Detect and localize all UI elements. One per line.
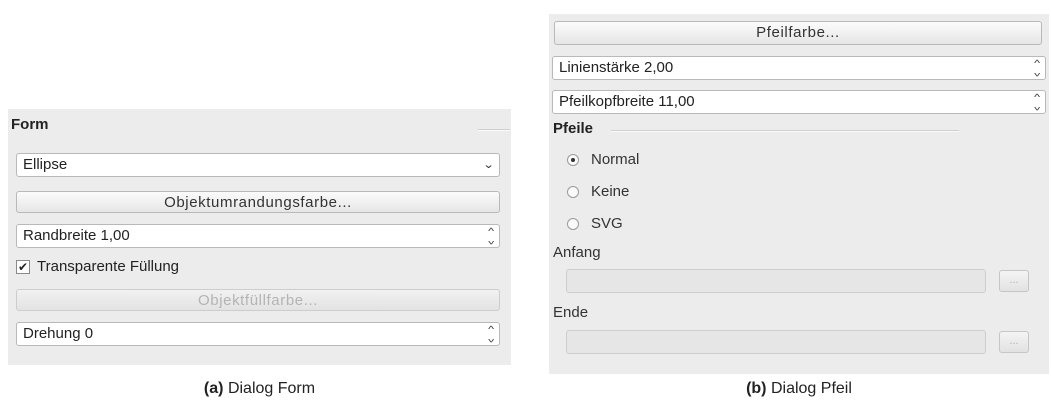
arrows-section-title: Pfeile <box>553 120 594 137</box>
arrow-color-button[interactable]: Pfeilfarbe... <box>554 21 1042 45</box>
shape-select-value: Ellipse <box>23 156 68 173</box>
shape-select[interactable]: Ellipse ⌄ <box>16 153 500 177</box>
arrowhead-width-value: Pfeilkopfbreite 11,00 <box>559 93 695 110</box>
start-browse-button: ... <box>999 270 1029 292</box>
radio-keine[interactable]: Keine <box>567 183 629 200</box>
radio-normal-label: Normal <box>591 151 640 168</box>
dialog-form-panel: Form Ellipse ⌄ Objektumrandungsfarbe... … <box>8 109 511 365</box>
caption-a-tag: (a) <box>203 380 224 397</box>
up-down-chevrons-icon[interactable]: ^ ^ <box>1034 57 1040 79</box>
caption-a: (a) Dialog Form <box>8 380 511 398</box>
rotation-spinbox[interactable]: Drehung 0 ^ ^ <box>16 322 500 346</box>
border-width-spinbox[interactable]: Randbreite 1,00 ^ ^ <box>16 224 500 248</box>
dialog-pfeil-panel: Pfeilfarbe... Linienstärke 2,00 ^ ^ Pfeil… <box>549 14 1049 374</box>
caption-b-tag: (b) <box>746 380 767 397</box>
chevron-down-icon: ⌄ <box>482 159 495 171</box>
outline-color-button[interactable]: Objektumrandungsfarbe... <box>16 191 500 213</box>
transparent-fill-checkbox[interactable]: ✔ Transparente Füllung <box>16 258 179 275</box>
fill-color-button: Objektfüllfarbe... <box>16 289 500 311</box>
form-section-title: Form <box>11 116 49 133</box>
caption-b: (b) Dialog Pfeil <box>549 380 1049 398</box>
line-width-spinbox[interactable]: Linienstärke 2,00 ^ ^ <box>552 56 1046 80</box>
line-width-value: Linienstärke 2,00 <box>559 59 674 76</box>
caption-b-text: Dialog Pfeil <box>770 380 852 397</box>
radio-svg[interactable]: SVG <box>567 215 623 232</box>
up-down-chevrons-icon[interactable]: ^ ^ <box>488 225 494 247</box>
border-width-value: Randbreite 1,00 <box>23 227 130 244</box>
form-section-divider <box>478 129 510 131</box>
start-label: Anfang <box>553 244 601 261</box>
radio-svg-label: SVG <box>591 215 623 232</box>
up-down-chevrons-icon[interactable]: ^ ^ <box>1034 91 1040 113</box>
up-down-chevrons-icon[interactable]: ^ ^ <box>488 323 494 345</box>
radio-button-icon[interactable] <box>567 153 579 166</box>
end-label: Ende <box>553 304 589 321</box>
arrows-section-divider <box>611 130 959 132</box>
start-path-field <box>566 269 986 293</box>
checkbox-icon[interactable]: ✔ <box>16 259 30 274</box>
end-path-field <box>566 330 986 354</box>
radio-keine-label: Keine <box>591 183 630 200</box>
radio-button-icon[interactable] <box>567 185 579 198</box>
rotation-value: Drehung 0 <box>23 325 94 342</box>
arrowhead-width-spinbox[interactable]: Pfeilkopfbreite 11,00 ^ ^ <box>552 90 1046 114</box>
radio-normal[interactable]: Normal <box>567 151 639 168</box>
end-browse-button: ... <box>999 331 1029 353</box>
caption-a-text: Dialog Form <box>227 380 316 397</box>
radio-button-icon[interactable] <box>567 217 579 230</box>
transparent-fill-label: Transparente Füllung <box>37 258 180 275</box>
